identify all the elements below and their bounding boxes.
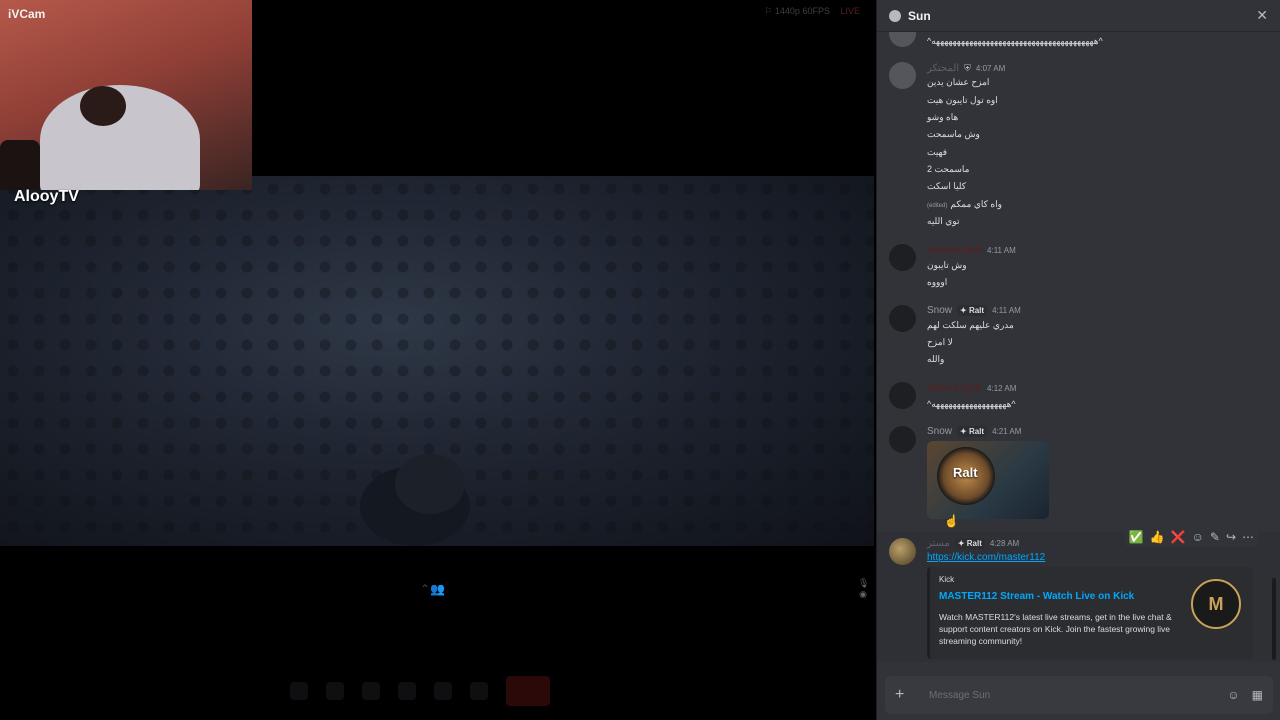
react-thumbs-up-icon[interactable]: 👍 <box>1150 530 1165 544</box>
username[interactable]: Snow <box>927 426 952 437</box>
webcam-overlay: iVCam <box>0 0 252 190</box>
reply-icon[interactable]: ↪ <box>1226 530 1236 544</box>
avatar[interactable] <box>889 62 916 89</box>
center-control-icon[interactable]: ⌃👥 <box>420 582 445 596</box>
stream-view: ⚐ 1440p 60FPS LIVE iVCam AlooyTV ⌃👥 🎙 ◉ <box>0 0 874 720</box>
sticker-image[interactable]: Ralt <box>927 441 1049 519</box>
message-header: مستر ✦ Ralt 4:28 AM <box>927 538 1019 549</box>
edited-label: (edited) <box>927 203 948 209</box>
message-header: Ahmed Elnfr 4:12 AM <box>927 383 1016 394</box>
embed-description: Watch MASTER112's latest live streams, g… <box>939 612 1172 646</box>
timestamp: 4:11 AM <box>992 306 1021 315</box>
react-check-icon[interactable]: ✅ <box>1129 530 1144 544</box>
message-header: Snow ✦ Ralt 4:21 AM <box>927 426 1021 437</box>
soundboard-button[interactable] <box>434 682 452 700</box>
timestamp: 4:21 AM <box>992 427 1022 436</box>
emoji-icon[interactable]: ☺ <box>1227 688 1239 702</box>
username[interactable]: Ahmed Elnfr <box>927 245 982 256</box>
avatar[interactable] <box>889 426 916 453</box>
timestamp: 4:07 AM <box>975 64 1006 73</box>
message-composer: + ☺ ▦ <box>885 676 1273 714</box>
activities-button[interactable] <box>398 682 416 700</box>
mic-button[interactable] <box>290 682 308 700</box>
message-text: وش ماسمحت <box>927 129 980 139</box>
add-reaction-icon[interactable]: ☺ <box>1192 530 1204 544</box>
message-header: Ahmed Elnfr 4:11 AM <box>927 245 1016 256</box>
more-options-icon[interactable]: ⋯ <box>1242 530 1254 544</box>
add-attachment-icon[interactable]: + <box>895 686 919 704</box>
embed-title[interactable]: MASTER112 Stream - Watch Live on Kick <box>939 591 1134 602</box>
message-text-content: واه كاي ممكم <box>950 199 1002 209</box>
avatar[interactable] <box>889 538 916 565</box>
screen-share-video[interactable] <box>0 176 874 546</box>
avatar[interactable] <box>889 382 916 409</box>
embed-provider[interactable]: Kick <box>939 575 954 584</box>
timestamp: 4:11 AM <box>987 246 1016 255</box>
webcam-app-title: iVCam <box>8 7 46 21</box>
mic-indicator-icon: 🎙 ◉ <box>858 578 870 599</box>
message-text: كليا اسكت <box>927 181 967 191</box>
share-screen-button[interactable] <box>362 682 380 700</box>
message-header: المحتكر ⛨ 4:07 AM <box>927 63 1005 74</box>
camera-button[interactable] <box>326 682 344 700</box>
chat-title: Sun <box>908 8 931 23</box>
hand-cursor-icon: ☝ <box>944 514 959 528</box>
streamer-name: AlooyTV <box>14 188 79 205</box>
chat-header: Sun ✕ <box>877 0 1280 32</box>
link-embed: Kick MASTER112 Stream - Watch Live on Ki… <box>927 567 1253 659</box>
webcam-person-head <box>80 86 126 126</box>
message-text: والله <box>927 354 945 364</box>
message-text: اوه تول تايبون هيت <box>927 95 998 105</box>
disconnect-button[interactable] <box>506 676 550 706</box>
close-icon[interactable]: ✕ <box>1256 7 1268 24</box>
message-text: فهيت <box>927 147 948 157</box>
username[interactable]: Snow <box>927 305 952 316</box>
avatar[interactable] <box>889 305 916 332</box>
username[interactable]: Ahmed Elnfr <box>927 383 982 394</box>
username[interactable]: المحتكر <box>927 63 959 74</box>
role-tag[interactable]: ✦ Ralt <box>954 538 985 549</box>
embed-thumbnail[interactable]: M <box>1191 579 1241 629</box>
username[interactable]: مستر <box>927 538 950 549</box>
message-text: (edited) واه كاي ممكم <box>927 199 1002 210</box>
message-text: اوووه <box>927 277 948 287</box>
message-text: ماسمحت 2 <box>927 164 970 174</box>
role-tag[interactable]: ✦ Ralt <box>957 305 988 316</box>
timestamp: 4:12 AM <box>987 384 1017 393</box>
chat-bubble-icon <box>889 9 901 22</box>
message-text: توي الليه <box>927 216 960 226</box>
webcam-cushion <box>0 140 40 190</box>
message-link[interactable]: https://kick.com/master112 <box>927 552 1045 563</box>
message-list[interactable]: ^ههههههههههههههههههههههههههههههههههههههه… <box>877 32 1280 662</box>
react-cross-icon[interactable]: ❌ <box>1171 530 1186 544</box>
video-figure-head <box>395 454 465 514</box>
message-text: مدري عليهم سلكت لهم <box>927 320 1014 330</box>
stream-quality-badge: ⚐ 1440p 60FPS LIVE <box>764 6 860 17</box>
avatar[interactable] <box>889 244 916 271</box>
quality-label: ⚐ 1440p 60FPS <box>764 6 830 16</box>
message-text: لا امزح <box>927 337 953 347</box>
message-text: هاه وشو <box>927 112 959 122</box>
more-button[interactable] <box>470 682 488 700</box>
sticker-text: Ralt <box>953 465 978 480</box>
scrollbar[interactable] <box>1272 578 1276 660</box>
message-text: ^ههههههههههههههههههه^ <box>927 399 1016 409</box>
edit-icon[interactable]: ✎ <box>1210 530 1220 544</box>
message-input[interactable] <box>929 689 1216 701</box>
message-text: وش تايبون <box>927 260 967 270</box>
timestamp: 4:28 AM <box>989 539 1020 548</box>
call-controls <box>290 676 550 706</box>
role-tag[interactable]: ✦ Ralt <box>957 426 988 437</box>
message-text: امزح عشان يدين <box>927 77 990 87</box>
message-text: ^ههههههههههههههههههههههههههههههههههههههه… <box>927 36 1103 46</box>
message-actions-toolbar: ✅ 👍 ❌ ☺ ✎ ↪ ⋯ <box>1124 527 1258 547</box>
avatar[interactable] <box>889 32 916 47</box>
message-header: Snow ✦ Ralt 4:11 AM <box>927 305 1021 316</box>
apps-icon[interactable]: ▦ <box>1252 688 1263 702</box>
shield-icon: ⛨ <box>964 63 971 73</box>
live-badge: LIVE <box>840 6 860 16</box>
chat-panel: Sun ✕ ^ههههههههههههههههههههههههههههههههه… <box>876 0 1280 720</box>
